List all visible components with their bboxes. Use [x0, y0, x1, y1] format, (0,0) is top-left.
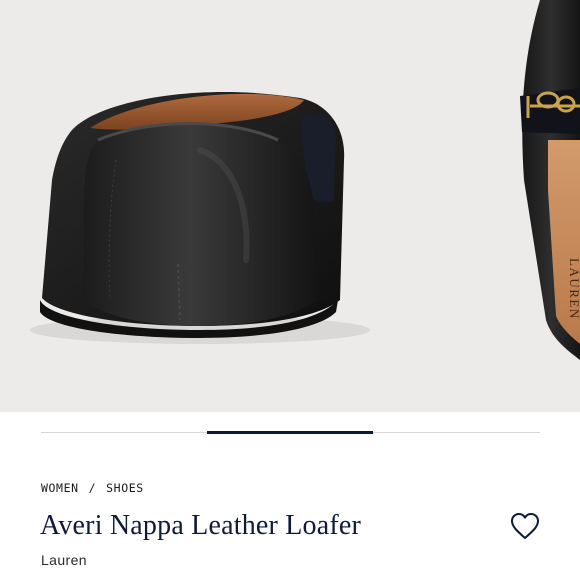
product-title: Averi Nappa Leather Loafer [40, 510, 362, 541]
product-brand[interactable]: Lauren [41, 552, 87, 568]
breadcrumb-item-shoes[interactable]: SHOES [106, 481, 144, 495]
breadcrumb: WOMEN / SHOES [41, 481, 144, 495]
product-image[interactable]: LAUREN [0, 0, 580, 412]
product-page: LAUREN WOMEN / SHOES Averi Nappa Leather… [0, 0, 580, 580]
main-loafer-illustration [30, 92, 370, 344]
product-image-gallery[interactable]: LAUREN [0, 0, 580, 412]
add-to-wishlist-button[interactable] [508, 510, 542, 542]
gallery-progress-indicator [207, 431, 373, 434]
gallery-progress-track[interactable] [41, 431, 540, 434]
breadcrumb-separator: / [88, 481, 97, 495]
insole-brand-text: LAUREN [567, 258, 580, 320]
breadcrumb-item-women[interactable]: WOMEN [41, 481, 79, 495]
side-loafer-illustration: LAUREN [520, 0, 580, 360]
heart-outline-icon [511, 513, 539, 539]
